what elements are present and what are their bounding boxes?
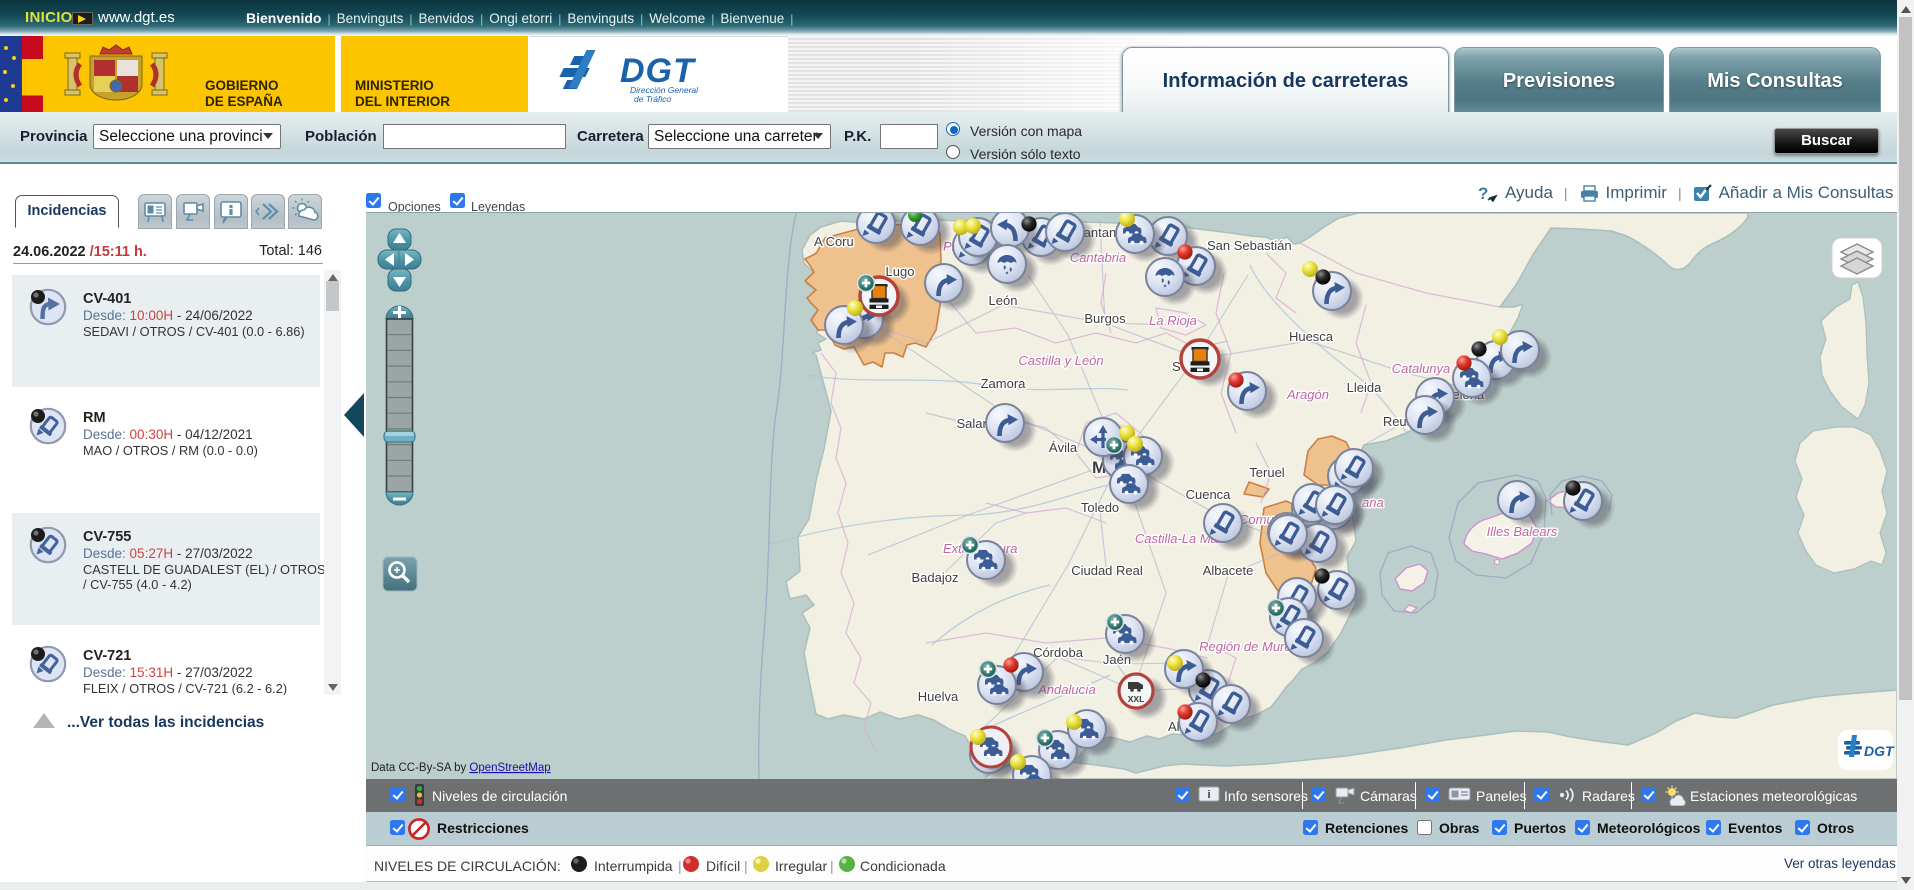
svg-text:Ávila: Ávila — [1049, 440, 1078, 455]
svg-text:Toledo: Toledo — [1081, 500, 1119, 515]
svg-text:?: ? — [1478, 184, 1488, 202]
svg-text:Cuenca: Cuenca — [1186, 487, 1232, 502]
svg-text:Córdoba: Córdoba — [1033, 645, 1084, 660]
svg-text:DGT: DGT — [1864, 743, 1895, 759]
svg-text:Región de Murc: Región de Murc — [1199, 639, 1291, 654]
svg-text:León: León — [989, 293, 1018, 308]
svg-text:Zamora: Zamora — [981, 376, 1027, 391]
svg-text:Lleida: Lleida — [1347, 380, 1382, 395]
svg-text:i: i — [1207, 789, 1210, 801]
svg-text:Catalunya: Catalunya — [1392, 361, 1451, 376]
svg-text:Castilla y León: Castilla y León — [1018, 353, 1103, 368]
svg-text:Huelva: Huelva — [918, 689, 959, 704]
svg-text:Aragón: Aragón — [1286, 387, 1329, 402]
svg-text:Huesca: Huesca — [1289, 329, 1334, 344]
svg-text:Data CC-By-SA by OpenStreetMap: Data CC-By-SA by OpenStreetMap — [371, 762, 551, 774]
svg-text:Burgos: Burgos — [1084, 311, 1126, 326]
svg-text:de Tráfico: de Tráfico — [634, 94, 671, 104]
svg-text:Al: Al — [1168, 719, 1180, 734]
svg-text:Ciudad Real: Ciudad Real — [1071, 563, 1143, 578]
svg-text:San Sebastián: San Sebastián — [1207, 238, 1292, 253]
svg-text:La Rioja: La Rioja — [1149, 313, 1197, 328]
svg-text:Badajoz: Badajoz — [912, 570, 959, 585]
svg-text:Lugo: Lugo — [886, 264, 915, 279]
svg-text:Teruel: Teruel — [1249, 465, 1285, 480]
svg-text:Albacete: Albacete — [1203, 563, 1254, 578]
svg-text:A Coru: A Coru — [814, 234, 854, 249]
